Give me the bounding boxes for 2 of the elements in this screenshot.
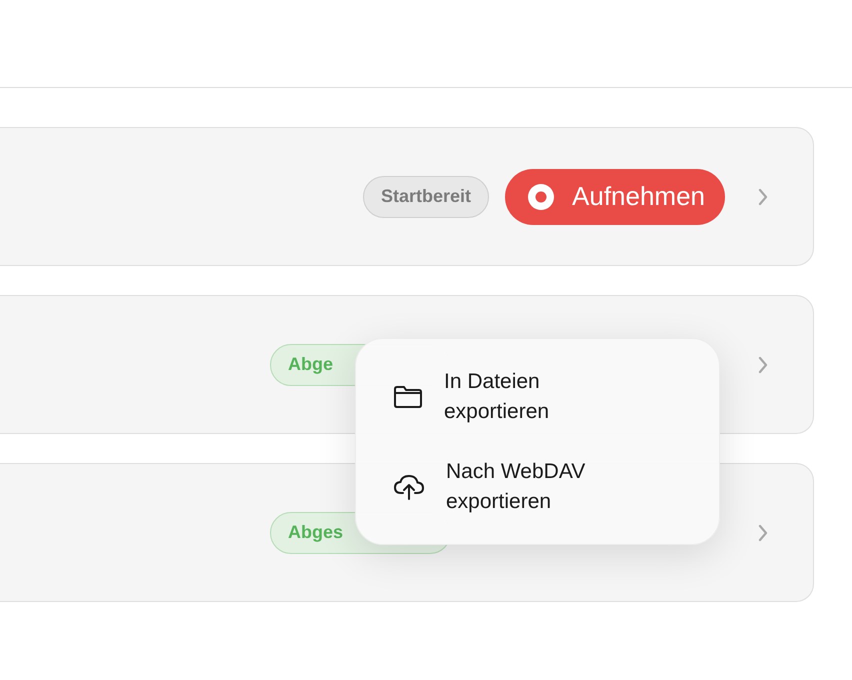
menu-item-label: Nach WebDAV exportieren: [446, 458, 586, 514]
status-badge: Startbereit: [362, 176, 490, 218]
